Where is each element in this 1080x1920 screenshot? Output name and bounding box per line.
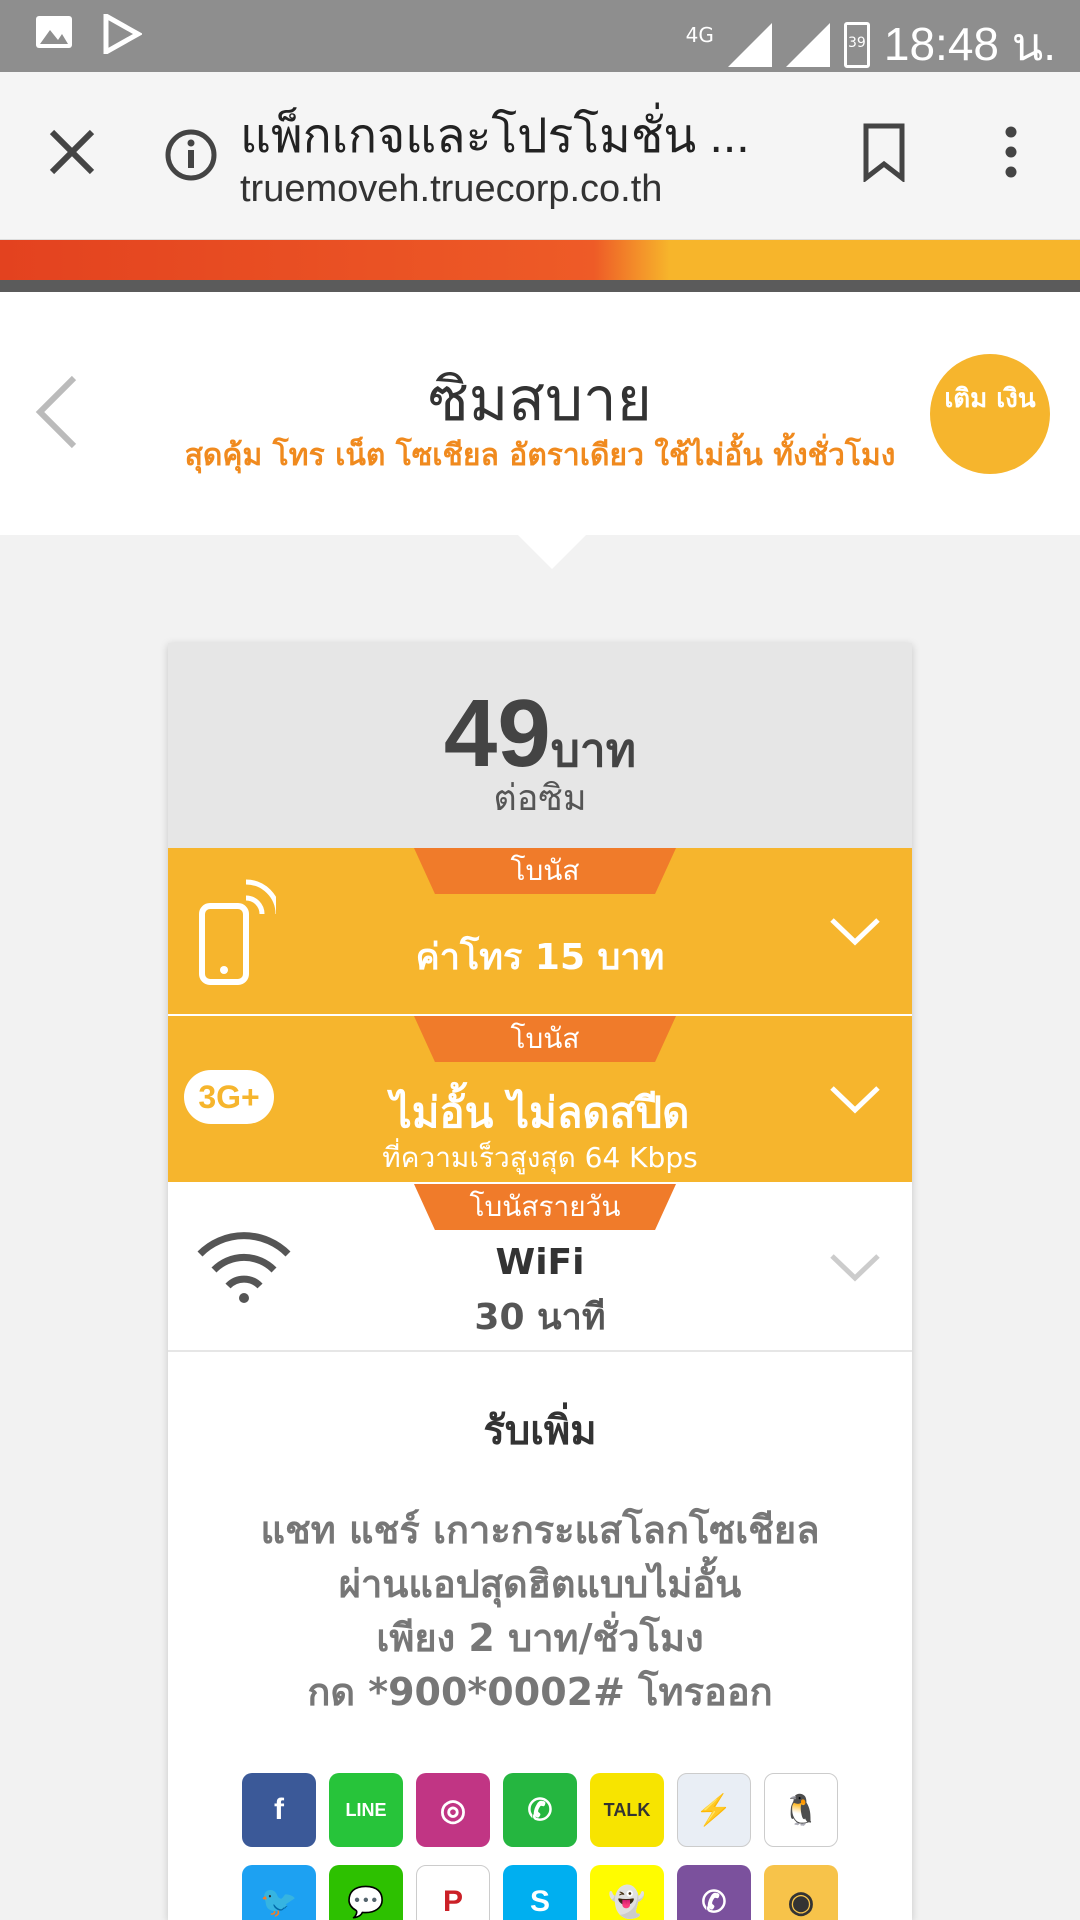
whatsapp-icon[interactable]: ✆ <box>503 1773 577 1847</box>
bonus-row-wifi[interactable]: โบนัสรายวัน WiFi 30 นาที <box>168 1184 912 1352</box>
bonus-row-data[interactable]: โบนัส 3G+ ไม่อั้น ไม่ลดสปีด ที่ความเร็วส… <box>168 1016 912 1182</box>
viber-icon[interactable]: ✆ <box>677 1865 751 1920</box>
battery-icon: 39 <box>843 21 870 68</box>
clock: 18:48 น. <box>883 18 1056 70</box>
page-title: แพ็กเกจและโปรโมชั่น ... <box>240 110 750 163</box>
call-credit-label: ค่าโทร 15 บาท <box>415 937 665 978</box>
banner-divider <box>0 280 1080 292</box>
skype-icon[interactable]: S <box>503 1865 577 1920</box>
more-options-icon[interactable] <box>996 122 1026 182</box>
price-panel: 49บาท ต่อซิม <box>168 643 912 848</box>
signal-icon <box>727 22 772 67</box>
chevron-down-icon[interactable] <box>828 1084 882 1114</box>
page-url[interactable]: truemoveh.truecorp.co.th <box>240 168 662 211</box>
twitter-icon[interactable]: 🐦 <box>242 1865 316 1920</box>
wifi-icon <box>197 1232 291 1303</box>
qq-icon[interactable]: 🐧 <box>764 1773 838 1847</box>
play-store-icon <box>103 14 142 54</box>
facebook-icon[interactable]: f <box>242 1773 316 1847</box>
wechat-icon[interactable]: 💬 <box>329 1865 403 1920</box>
gallery-icon <box>36 16 72 48</box>
pinterest-icon[interactable]: P <box>416 1865 490 1920</box>
chevron-down-icon[interactable] <box>828 1252 882 1282</box>
bonus-tab: โบนัสรายวัน <box>414 1184 676 1230</box>
instagram-icon[interactable]: ◎ <box>416 1773 490 1847</box>
social-apps-grid: f LINE ◎ ✆ TALK ⚡ 🐧 🐦 💬 P S 👻 ✆ ◉ <box>242 1773 842 1920</box>
promo-banner <box>0 240 1080 280</box>
package-card: 49บาท ต่อซิม โบนัส ค่าโทร 15 บาท โบนัส 3… <box>168 643 912 1920</box>
phone-signal-icon <box>199 879 276 985</box>
network-type: 4G <box>685 22 714 47</box>
package-tagline: สุดคุ้ม โทร เน็ต โซเชียล อัตราเดียว ใช้ไ… <box>184 438 896 473</box>
snapchat-icon[interactable]: 👻 <box>590 1865 664 1920</box>
status-bar: 4G 39 18:48 น. <box>0 0 1080 72</box>
topup-button[interactable]: เติม เงิน <box>930 354 1050 474</box>
close-icon[interactable] <box>44 124 100 180</box>
price-per: ต่อซิม <box>493 778 587 819</box>
package-header: ซิมสบาย สุดคุ้ม โทร เน็ต โซเชียล อัตราเด… <box>0 292 1080 535</box>
wifi-label: WiFi <box>495 1242 585 1283</box>
bonus-tab: โบนัส <box>414 1016 676 1062</box>
header-pointer <box>518 535 586 569</box>
data-speed-label: ที่ความเร็วสูงสุด 64 Kbps <box>382 1141 698 1174</box>
weibo-icon[interactable]: ◉ <box>764 1865 838 1920</box>
3g-plus-icon: 3G+ <box>184 1070 274 1124</box>
browser-toolbar: แพ็กเกจและโปรโมชั่น ... truemoveh.trueco… <box>0 72 1080 240</box>
bonus-row-call[interactable]: โบนัส ค่าโทร 15 บาท <box>168 848 912 1014</box>
messenger-icon[interactable]: ⚡ <box>677 1773 751 1847</box>
bookmark-icon[interactable] <box>860 122 908 182</box>
wifi-duration: 30 นาที <box>474 1297 606 1338</box>
chevron-down-icon[interactable] <box>828 916 882 946</box>
line-icon[interactable]: LINE <box>329 1773 403 1847</box>
kakaotalk-icon[interactable]: TALK <box>590 1773 664 1847</box>
extras-description: แชท แชร์ เกาะกระแสโลกโซเชียล ผ่านแอปสุดฮ… <box>260 1508 820 1714</box>
bonus-tab: โบนัส <box>414 848 676 894</box>
extras-title: รับเพิ่ม <box>483 1408 597 1454</box>
signal-icon-2 <box>785 22 830 67</box>
info-icon[interactable] <box>164 128 218 182</box>
